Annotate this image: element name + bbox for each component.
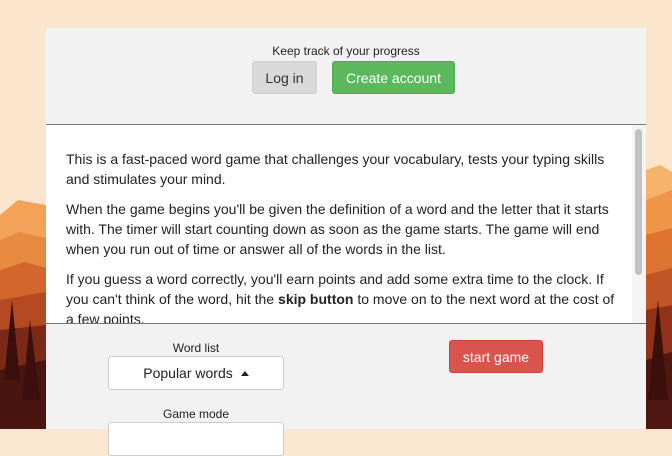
instructions-text: This is a fast-paced word game that chal… <box>66 149 618 323</box>
game-mode-label: Game mode <box>162 407 230 421</box>
scrollbar-thumb[interactable] <box>635 129 642 275</box>
word-list-value: Popular words <box>143 365 233 381</box>
game-mode-select[interactable] <box>108 422 284 456</box>
instructions-paragraph: This is a fast-paced word game that chal… <box>66 151 605 187</box>
skip-button-mention: skip button <box>278 291 354 307</box>
word-list-label: Word list <box>172 341 220 355</box>
start-game-button[interactable]: start game <box>449 340 543 373</box>
login-button[interactable]: Log in <box>252 61 317 94</box>
game-controls: Word list Popular words start game Game … <box>46 324 646 456</box>
word-list-select[interactable]: Popular words <box>108 356 284 390</box>
scrollbar[interactable] <box>632 125 646 323</box>
main-panel: Keep track of your progress Log in Creat… <box>46 28 646 456</box>
caret-up-icon <box>240 370 249 376</box>
account-header: Keep track of your progress Log in Creat… <box>46 28 646 125</box>
progress-caption: Keep track of your progress <box>272 44 420 58</box>
instructions-paragraph: If you guess a word correctly, you'll ea… <box>66 269 618 323</box>
instructions-scroll-area[interactable]: This is a fast-paced word game that chal… <box>46 125 646 324</box>
instructions-paragraph: When the game begins you'll be given the… <box>66 201 609 257</box>
create-account-button[interactable]: Create account <box>332 61 455 94</box>
